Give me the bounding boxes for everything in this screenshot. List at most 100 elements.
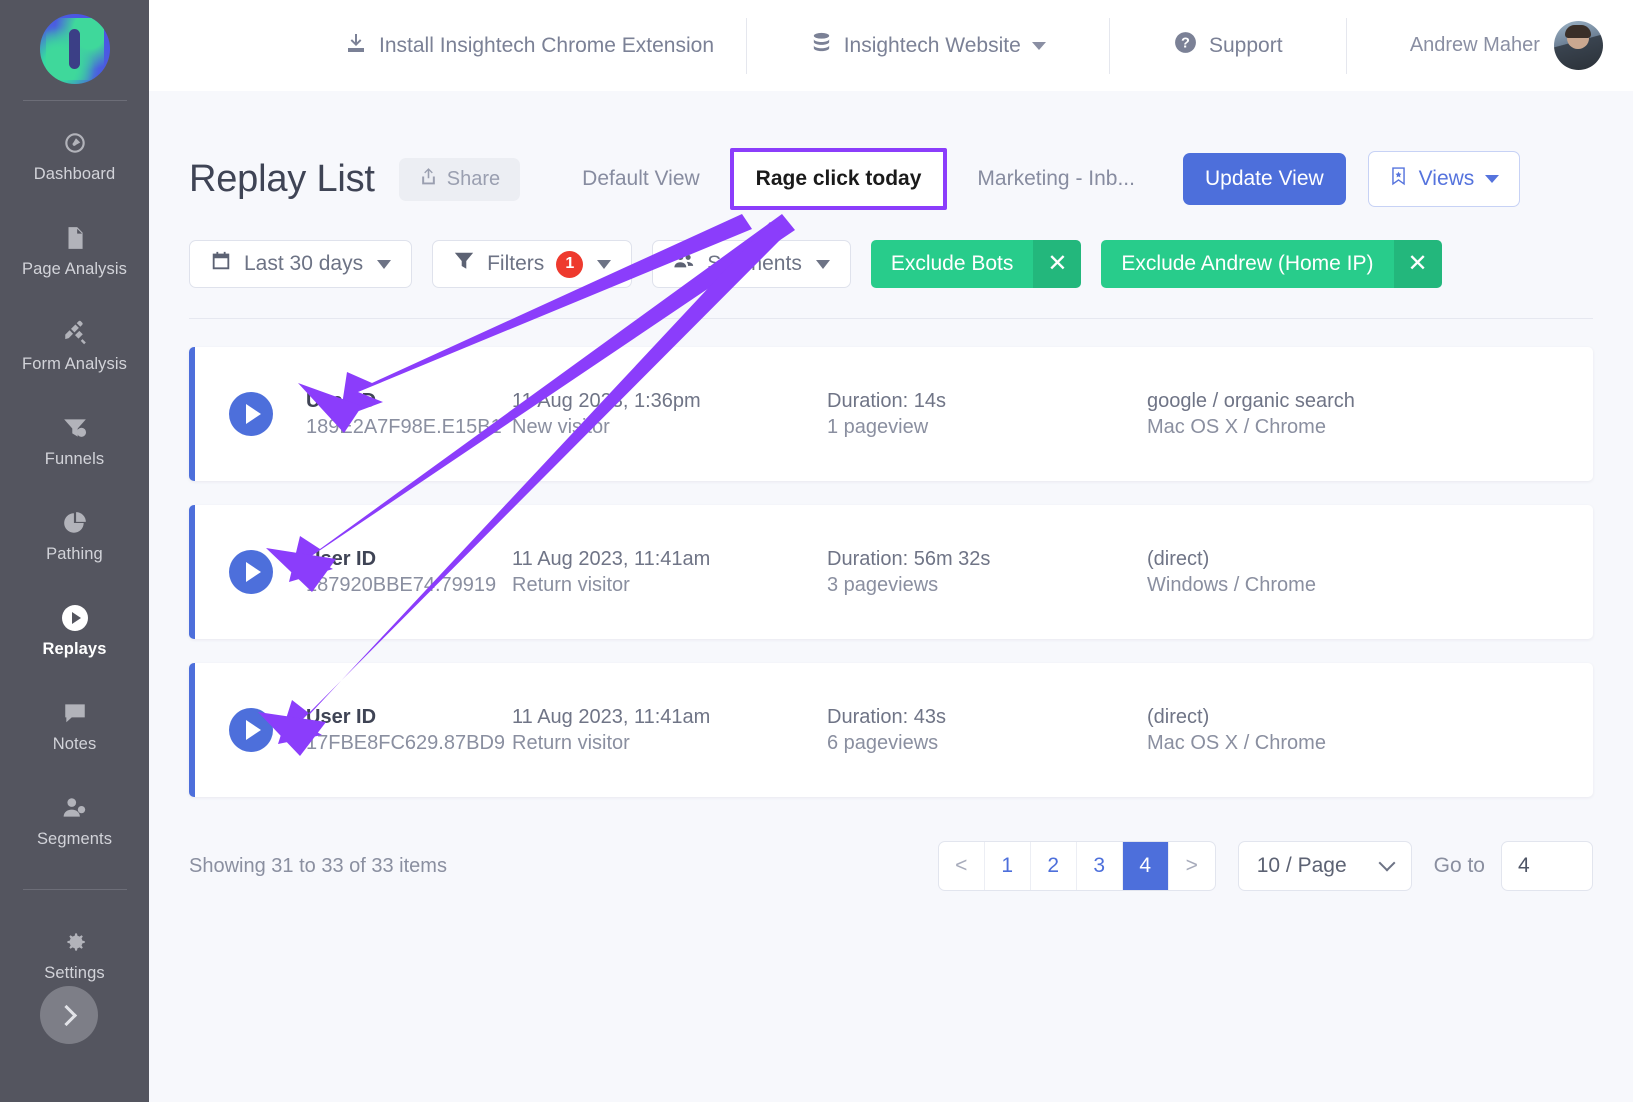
user-menu[interactable]: Andrew Maher — [1410, 21, 1603, 70]
users-icon — [62, 795, 88, 821]
filter-icon — [453, 250, 475, 278]
download-icon — [344, 31, 368, 61]
share-button[interactable]: Share — [399, 158, 520, 201]
sidebar-item-label: Notes — [53, 735, 97, 754]
replay-source-column: google / organic search Mac OS X / Chrom… — [1147, 390, 1477, 439]
tab-marketing-inbound[interactable]: Marketing - Inb... — [961, 157, 1151, 201]
segment-chip-exclude-andrew[interactable]: Exclude Andrew (Home IP) ✕ — [1101, 240, 1441, 288]
user-id-label: User ID — [306, 706, 501, 729]
database-icon — [810, 31, 833, 60]
replay-source: (direct) — [1147, 548, 1477, 571]
page-button-1[interactable]: 1 — [985, 842, 1031, 890]
main-area: Install Insightech Chrome Extension Insi… — [149, 0, 1633, 1102]
share-label: Share — [447, 168, 500, 191]
sidebar-item-label: Form Analysis — [22, 355, 127, 374]
play-icon[interactable] — [229, 392, 273, 436]
filters-button[interactable]: Filters 1 — [432, 240, 632, 288]
gauge-icon — [62, 130, 88, 156]
play-icon[interactable] — [229, 550, 273, 594]
update-view-button[interactable]: Update View — [1183, 153, 1346, 205]
page-button-4[interactable]: 4 — [1123, 842, 1169, 890]
segment-chip-exclude-bots[interactable]: Exclude Bots ✕ — [871, 240, 1082, 288]
sidebar-item-label: Replays — [43, 640, 107, 659]
prev-page-button[interactable]: < — [939, 842, 985, 890]
play-icon[interactable] — [229, 708, 273, 752]
segments-button[interactable]: Segments — [652, 240, 851, 288]
sidebar-item-label: Settings — [44, 964, 104, 983]
sidebar-item-label: Funnels — [45, 450, 104, 469]
site-selector[interactable]: Insightech Website — [810, 31, 1046, 60]
user-id-value: 17FBE8FC629.87BD9 — [306, 732, 501, 755]
replay-source: (direct) — [1147, 706, 1477, 729]
pie-chart-icon — [62, 510, 88, 536]
app-root: Dashboard Page Analysis Form Analysis Fu… — [0, 0, 1633, 1102]
replay-source-column: (direct) Windows / Chrome — [1147, 548, 1477, 597]
people-icon — [673, 250, 695, 278]
insightech-logo[interactable] — [40, 14, 110, 84]
replay-platform: Mac OS X / Chrome — [1147, 732, 1477, 755]
sidebar-item-notes[interactable]: Notes — [0, 687, 149, 765]
close-icon[interactable]: ✕ — [1394, 240, 1442, 288]
replay-duration: Duration: 56m 32s — [827, 548, 1147, 571]
replay-source: google / organic search — [1147, 390, 1477, 413]
date-range-picker[interactable]: Last 30 days — [189, 240, 412, 288]
visitor-type: Return visitor — [512, 732, 827, 755]
header-divider-3 — [1346, 18, 1347, 74]
sidebar-item-page-analysis[interactable]: Page Analysis — [0, 212, 149, 290]
sidebar-item-label: Page Analysis — [22, 260, 127, 279]
replay-duration-column: Duration: 14s 1 pageview — [827, 390, 1147, 439]
calendar-icon — [210, 250, 232, 278]
svg-text:?: ? — [1181, 36, 1190, 52]
sidebar-item-dashboard[interactable]: Dashboard — [0, 117, 149, 195]
install-extension-link[interactable]: Install Insightech Chrome Extension — [344, 31, 714, 61]
play-circle-icon — [62, 605, 88, 631]
install-extension-label: Install Insightech Chrome Extension — [379, 34, 714, 58]
sidebar-item-pathing[interactable]: Pathing — [0, 497, 149, 575]
page-button-2[interactable]: 2 — [1031, 842, 1077, 890]
replay-pageviews: 3 pageviews — [827, 574, 1147, 597]
document-icon — [62, 225, 88, 251]
replay-platform: Windows / Chrome — [1147, 574, 1477, 597]
replay-list: User ID 189E2A7F98E.E15B1 11 Aug 2023, 1… — [189, 347, 1593, 797]
sidebar-item-funnels[interactable]: Funnels — [0, 402, 149, 480]
segments-label: Segments — [707, 252, 802, 276]
replay-date-column: 11 Aug 2023, 1:36pm New visitor — [512, 390, 827, 439]
sidebar-item-settings[interactable]: Settings — [0, 916, 149, 994]
header-divider-2 — [1109, 18, 1110, 74]
replay-duration-column: Duration: 56m 32s 3 pageviews — [827, 548, 1147, 597]
user-id-label: User ID — [306, 548, 501, 571]
close-icon[interactable]: ✕ — [1033, 240, 1081, 288]
site-selector-label: Insightech Website — [844, 34, 1021, 58]
avatar — [1554, 21, 1603, 70]
sidebar-item-segments[interactable]: Segments — [0, 782, 149, 860]
filters-count-badge: 1 — [556, 251, 583, 278]
list-footer: Showing 31 to 33 of 33 items < 1 2 3 4 >… — [189, 841, 1593, 891]
tab-rage-click-today[interactable]: Rage click today — [756, 167, 922, 191]
replay-row[interactable]: User ID 17FBE8FC629.87BD9 11 Aug 2023, 1… — [189, 663, 1593, 797]
replay-row[interactable]: User ID 187920BBE74.79919 11 Aug 2023, 1… — [189, 505, 1593, 639]
sidebar-item-replays[interactable]: Replays — [0, 592, 149, 670]
filter-bar: Last 30 days Filters 1 Segments — [189, 240, 1593, 288]
replay-row[interactable]: User ID 189E2A7F98E.E15B1 11 Aug 2023, 1… — [189, 347, 1593, 481]
share-icon — [419, 167, 438, 192]
tab-default-view[interactable]: Default View — [566, 157, 716, 201]
sidebar-expand-button[interactable] — [40, 986, 98, 1044]
pagination: < 1 2 3 4 > 10 / Page Go to — [938, 841, 1593, 891]
support-link[interactable]: ? Support — [1173, 30, 1283, 61]
page-button-3[interactable]: 3 — [1077, 842, 1123, 890]
goto-input[interactable] — [1501, 841, 1593, 891]
sidebar: Dashboard Page Analysis Form Analysis Fu… — [0, 0, 149, 1102]
sidebar-item-form-analysis[interactable]: Form Analysis — [0, 307, 149, 385]
pagination-pages: < 1 2 3 4 > — [938, 841, 1216, 891]
content-area: Replay List Share Default View Rage clic… — [149, 91, 1633, 1102]
user-id-value: 187920BBE74.79919 — [306, 574, 501, 597]
sidebar-divider-top — [23, 100, 127, 101]
per-page-select[interactable]: 10 / Page — [1238, 841, 1412, 891]
content-divider — [189, 318, 1593, 319]
segment-chip-label: Exclude Andrew (Home IP) — [1101, 240, 1393, 288]
funnel-icon — [62, 415, 88, 441]
views-button[interactable]: Views — [1368, 151, 1521, 207]
next-page-button[interactable]: > — [1169, 842, 1215, 890]
title-row: Replay List Share Default View Rage clic… — [189, 91, 1593, 210]
replay-date: 11 Aug 2023, 1:36pm — [512, 390, 827, 413]
